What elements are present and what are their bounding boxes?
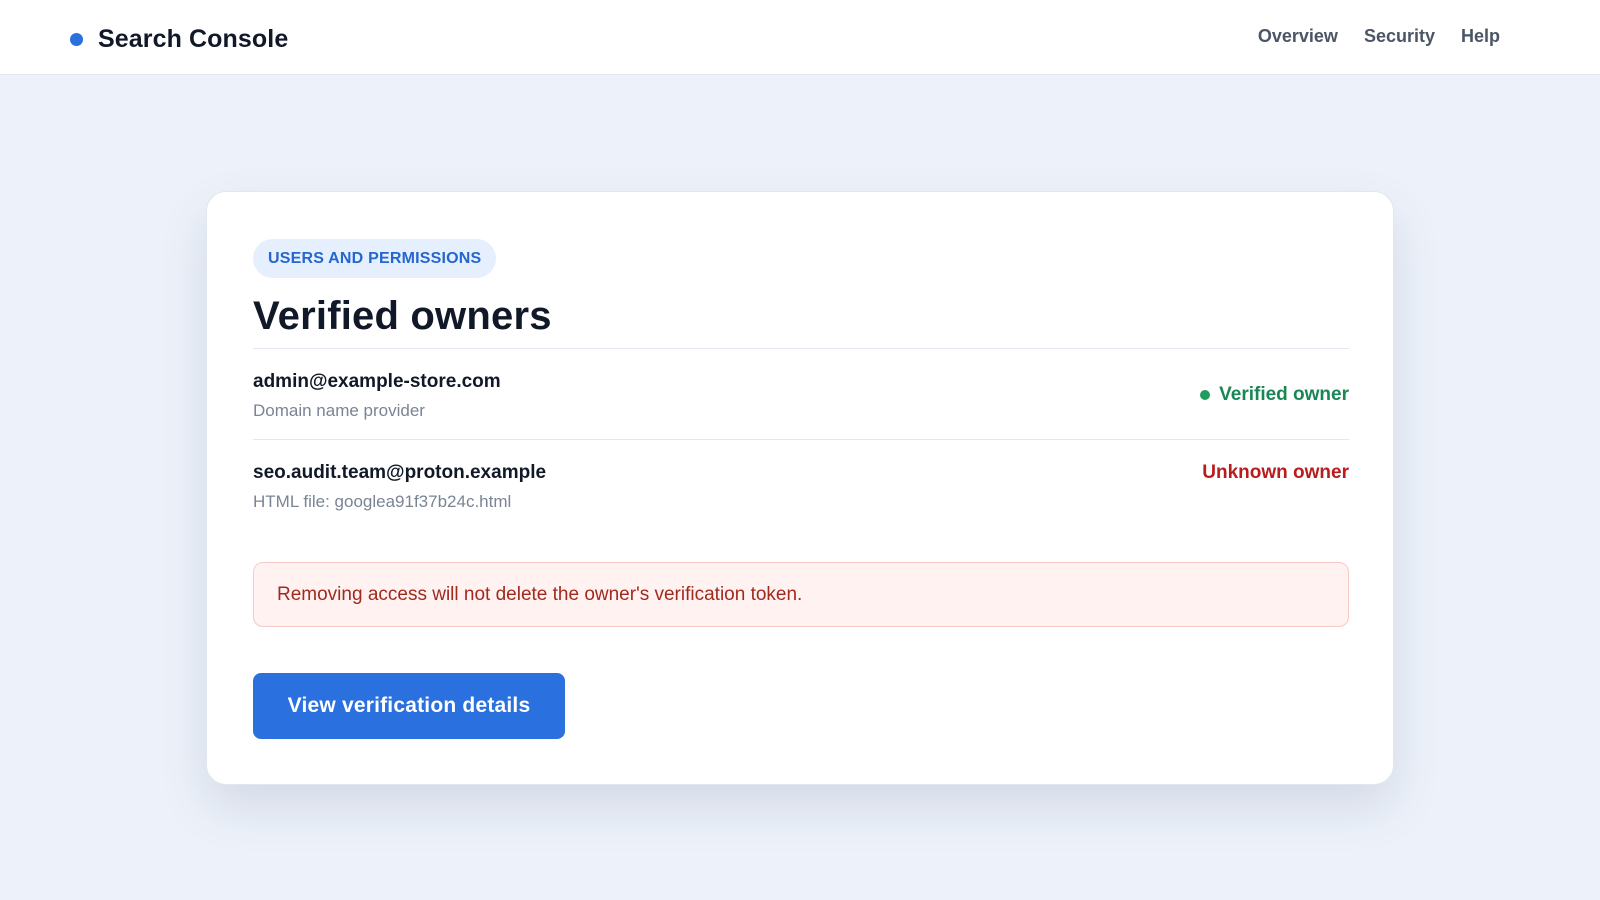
status-label: Verified owner bbox=[1219, 384, 1349, 405]
alert-text: Removing access will not delete the owne… bbox=[277, 583, 803, 605]
verified-owners-card: USERS AND PERMISSIONS Verified owners ad… bbox=[206, 191, 1394, 785]
nav-link-help[interactable]: Help bbox=[1461, 26, 1500, 47]
owner-email: seo.audit.team@proton.example bbox=[253, 462, 547, 483]
status-badge-unknown: Unknown owner bbox=[1202, 462, 1349, 484]
nav-link-overview[interactable]: Overview bbox=[1258, 26, 1338, 47]
brand-name: Search Console bbox=[98, 24, 289, 53]
owner-row-verified: admin@example-store.com Domain name prov… bbox=[253, 371, 1349, 421]
divider bbox=[253, 348, 1349, 349]
owner-row-unknown: seo.audit.team@proton.example HTML file:… bbox=[253, 462, 1349, 512]
status-badge-verified: Verified owner bbox=[1200, 384, 1349, 406]
brand-dot-icon bbox=[70, 32, 83, 46]
owner-email: admin@example-store.com bbox=[253, 371, 501, 392]
page-title: Verified owners bbox=[253, 294, 552, 338]
warning-alert: Removing access will not delete the owne… bbox=[253, 562, 1349, 627]
main-nav: Overview Security Help bbox=[1232, 26, 1500, 47]
green-dot-icon bbox=[1200, 390, 1211, 400]
owner-verification-method: HTML file: googlea91f37b24c.html bbox=[253, 492, 512, 511]
brand[interactable]: Search Console bbox=[70, 22, 288, 56]
top-navigation-bar: Search Console Overview Security Help bbox=[0, 0, 1600, 75]
section-label-badge: USERS AND PERMISSIONS bbox=[253, 239, 497, 278]
nav-link-security[interactable]: Security bbox=[1364, 26, 1435, 47]
owner-verification-method: Domain name provider bbox=[253, 401, 425, 420]
view-verification-details-button[interactable]: View verification details bbox=[253, 673, 565, 739]
divider bbox=[253, 439, 1349, 440]
status-label: Unknown owner bbox=[1202, 462, 1349, 483]
